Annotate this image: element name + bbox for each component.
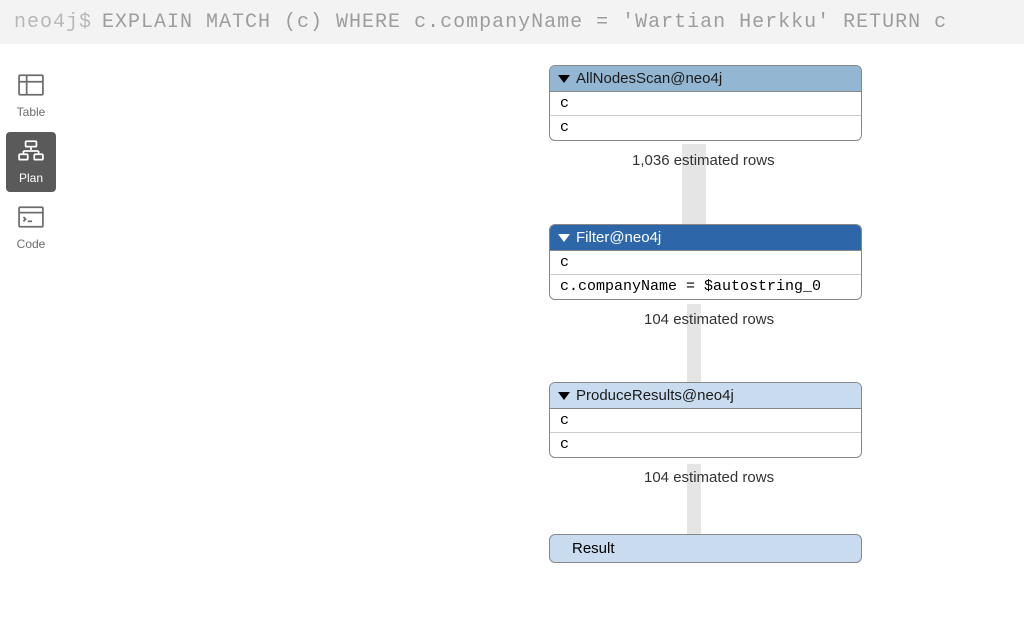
plan-node-title: ProduceResults@neo4j bbox=[576, 387, 734, 404]
sidebar-item-label: Plan bbox=[19, 171, 43, 185]
sidebar-item-code[interactable]: Code bbox=[6, 198, 56, 258]
collapse-icon[interactable] bbox=[558, 75, 570, 83]
sidebar-item-label: Table bbox=[17, 105, 46, 119]
query-text: EXPLAIN MATCH (c) WHERE c.companyName = … bbox=[102, 11, 947, 34]
plan-node-estimate: 104 estimated rows bbox=[644, 311, 774, 328]
plan-node-row: c.companyName = $autostring_0 bbox=[550, 275, 861, 299]
plan-node-row: c bbox=[550, 433, 861, 457]
plan-node-row: c bbox=[550, 409, 861, 433]
plan-node-estimate: 104 estimated rows bbox=[644, 469, 774, 486]
plan-node-row: c bbox=[550, 116, 861, 140]
plan-node-row: c bbox=[550, 92, 861, 116]
plan-node-title: AllNodesScan@neo4j bbox=[576, 70, 722, 87]
plan-node-header[interactable]: Filter@neo4j bbox=[550, 225, 861, 251]
code-icon bbox=[18, 206, 44, 231]
plan-node-row: c bbox=[550, 251, 861, 275]
plan-node-estimate: 1,036 estimated rows bbox=[632, 152, 775, 169]
plan-canvas[interactable]: AllNodesScan@neo4j c c 1,036 estimated r… bbox=[62, 44, 1024, 618]
plan-node-title: Filter@neo4j bbox=[576, 229, 661, 246]
plan-node-header[interactable]: AllNodesScan@neo4j bbox=[550, 66, 861, 92]
sidebar-item-label: Code bbox=[17, 237, 46, 251]
collapse-icon[interactable] bbox=[558, 234, 570, 242]
plan-node-filter[interactable]: Filter@neo4j c c.companyName = $autostri… bbox=[549, 224, 862, 300]
plan-node-allnodesscan[interactable]: AllNodesScan@neo4j c c bbox=[549, 65, 862, 141]
sidebar-item-plan[interactable]: Plan bbox=[6, 132, 56, 192]
sidebar: Table Plan bbox=[0, 44, 62, 618]
sidebar-item-table[interactable]: Table bbox=[6, 66, 56, 126]
table-icon bbox=[18, 74, 44, 99]
prompt-label: neo4j$ bbox=[14, 11, 92, 34]
plan-result-label: Result bbox=[572, 540, 615, 557]
plan-icon bbox=[18, 140, 44, 165]
plan-result[interactable]: Result bbox=[549, 534, 862, 563]
plan-node-produceresults[interactable]: ProduceResults@neo4j c c bbox=[549, 382, 862, 458]
collapse-icon[interactable] bbox=[558, 392, 570, 400]
plan-node-header[interactable]: ProduceResults@neo4j bbox=[550, 383, 861, 409]
query-bar[interactable]: neo4j$ EXPLAIN MATCH (c) WHERE c.company… bbox=[0, 0, 1024, 44]
